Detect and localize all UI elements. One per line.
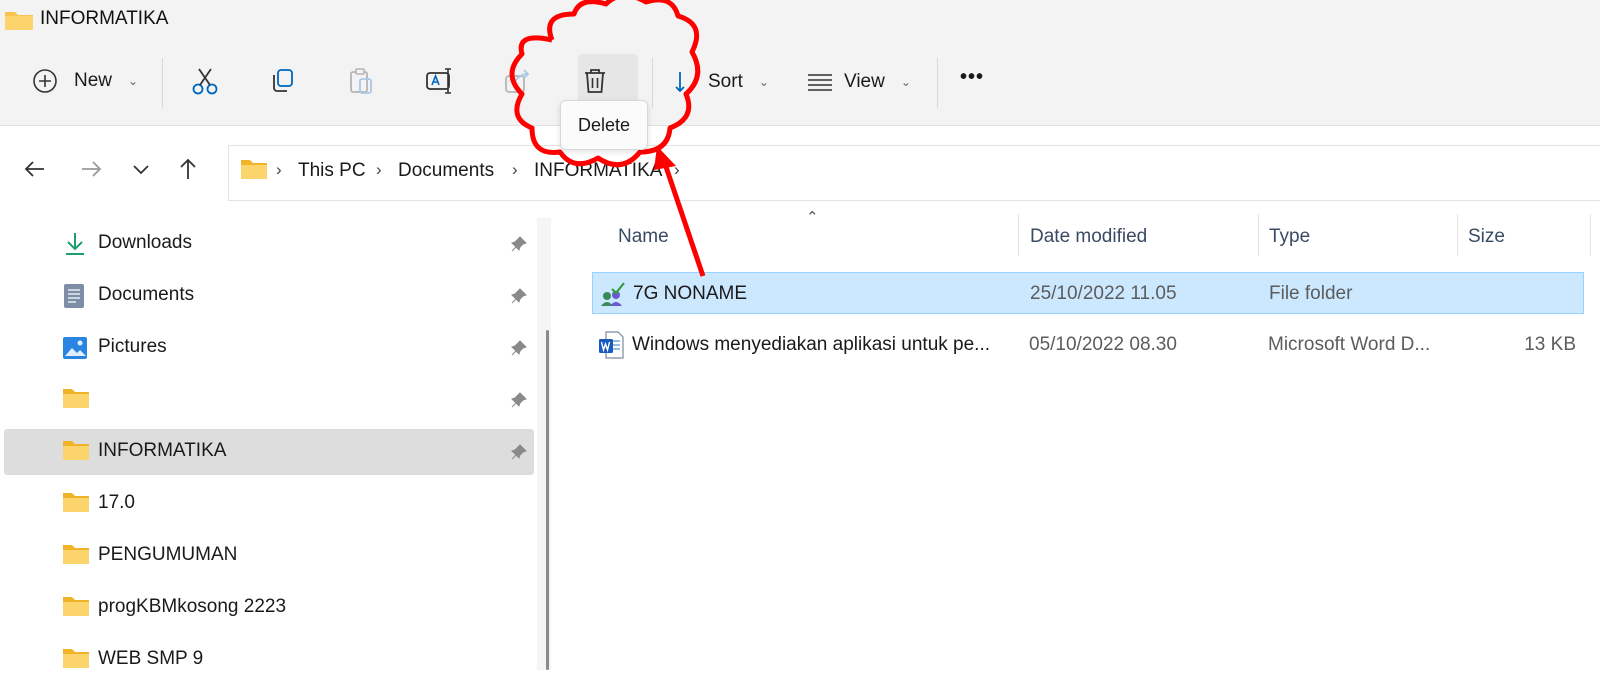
pin-icon[interactable] xyxy=(510,391,528,409)
view-label: View xyxy=(844,71,885,92)
file-row[interactable]: Windows menyediakan aplikasi untuk pe...… xyxy=(592,324,1584,366)
folder-icon xyxy=(63,389,89,408)
chevron-down-icon: ⌄ xyxy=(900,75,911,89)
plus-circle-icon xyxy=(33,69,57,93)
sidebar-item-pictures[interactable]: Pictures xyxy=(4,325,534,371)
new-label: New xyxy=(74,70,113,91)
file-name[interactable]: Windows menyediakan aplikasi untuk pe... xyxy=(632,334,990,356)
sidebar-item-label: WEB SMP 9 xyxy=(98,648,204,669)
documents-icon xyxy=(64,284,84,308)
shared-folder-icon xyxy=(601,282,625,306)
more-options-button[interactable]: ••• xyxy=(960,66,984,89)
column-header-type[interactable]: Type xyxy=(1269,226,1310,248)
copy-icon[interactable] xyxy=(268,66,298,96)
rename-icon[interactable] xyxy=(424,66,456,96)
navigation-pane: Downloads Documents Pictures INFORMATIKA xyxy=(0,208,555,670)
delete-tooltip: Delete xyxy=(560,100,648,150)
sidebar-item-pengumuman[interactable]: PENGUMUMAN xyxy=(4,533,534,579)
file-size: 13 KB xyxy=(1524,334,1576,355)
folder-icon xyxy=(63,441,89,460)
pictures-icon xyxy=(63,337,87,359)
breadcrumb-this-pc[interactable]: This PC xyxy=(298,160,366,182)
sidebar-item-label: PENGUMUMAN xyxy=(98,544,238,565)
sidebar-item-label: Downloads xyxy=(98,232,192,253)
forward-arrow-icon[interactable] xyxy=(78,156,104,182)
sidebar-item-documents[interactable]: Documents xyxy=(4,273,534,319)
sidebar-item-web-smp[interactable]: WEB SMP 9 xyxy=(4,637,534,683)
sort-label: Sort xyxy=(708,71,743,92)
sidebar-item-informatika[interactable]: INFORMATIKA xyxy=(4,429,534,475)
sidebar-item-unnamed-folder[interactable] xyxy=(4,377,534,423)
title-bar xyxy=(0,0,1600,40)
toolbar-divider xyxy=(652,58,653,108)
sidebar-item-label: Documents xyxy=(98,284,195,305)
sidebar-item-progkbmkosong[interactable]: progKBMkosong 2223 xyxy=(4,585,534,631)
download-icon xyxy=(66,233,84,255)
toolbar-divider xyxy=(937,58,938,108)
breadcrumb-separator[interactable]: › xyxy=(674,160,680,180)
breadcrumb-informatika[interactable]: INFORMATIKA xyxy=(534,160,662,182)
sidebar-item-label: progKBMkosong 2223 xyxy=(98,596,287,617)
column-header-size[interactable]: Size xyxy=(1468,226,1505,248)
breadcrumb-separator: › xyxy=(512,160,518,179)
pin-icon[interactable] xyxy=(510,235,528,253)
new-button[interactable]: New ⌄ xyxy=(32,68,138,94)
column-header-name[interactable]: Name xyxy=(618,226,669,248)
pin-icon[interactable] xyxy=(510,287,528,305)
folder-icon xyxy=(63,493,89,512)
word-doc-icon xyxy=(599,331,624,359)
breadcrumb-separator: › xyxy=(276,160,282,179)
delete-icon[interactable] xyxy=(580,66,610,96)
folder-icon xyxy=(63,597,89,616)
column-header-date-modified[interactable]: Date modified xyxy=(1030,226,1147,248)
file-date-modified: 25/10/2022 11.05 xyxy=(1030,283,1177,304)
sort-button[interactable]: Sort ⌄ xyxy=(674,70,769,94)
cut-icon[interactable] xyxy=(190,66,220,96)
sidebar-item-label: 17.0 xyxy=(98,492,135,513)
window-title: INFORMATIKA xyxy=(40,8,169,29)
folder-icon xyxy=(241,160,267,179)
sidebar-item-17-0[interactable]: 17.0 xyxy=(4,481,534,527)
view-list-icon xyxy=(808,74,832,91)
sort-icon xyxy=(675,72,685,93)
column-divider[interactable] xyxy=(1457,214,1458,256)
share-icon[interactable] xyxy=(502,66,532,96)
sort-ascending-icon: ⌃ xyxy=(806,209,819,226)
folder-icon xyxy=(5,12,33,30)
file-type: Microsoft Word D... xyxy=(1268,334,1431,355)
chevron-down-icon: ⌄ xyxy=(758,75,769,89)
column-divider[interactable] xyxy=(1018,214,1019,256)
pin-icon[interactable] xyxy=(510,443,528,461)
file-row[interactable]: 7G NONAME 25/10/2022 11.05 File folder xyxy=(592,272,1584,314)
paste-icon[interactable] xyxy=(346,66,376,96)
sidebar-item-label: Pictures xyxy=(98,336,167,357)
pin-icon[interactable] xyxy=(510,339,528,357)
recent-locations-icon[interactable] xyxy=(130,156,152,182)
breadcrumb-documents[interactable]: Documents xyxy=(398,160,494,182)
column-divider[interactable] xyxy=(1590,214,1591,256)
file-type: File folder xyxy=(1269,283,1353,304)
toolbar-divider xyxy=(162,58,163,108)
column-divider[interactable] xyxy=(1258,214,1259,256)
up-arrow-icon[interactable] xyxy=(175,156,201,182)
breadcrumb-separator: › xyxy=(376,160,382,179)
sidebar-item-label: INFORMATIKA xyxy=(98,440,227,461)
sidebar-scrollbar-thumb[interactable] xyxy=(546,330,549,670)
file-name[interactable]: 7G NONAME xyxy=(633,283,747,305)
folder-icon xyxy=(63,649,89,668)
folder-icon xyxy=(63,545,89,564)
chevron-down-icon: ⌄ xyxy=(128,74,139,88)
sidebar-item-downloads[interactable]: Downloads xyxy=(4,221,534,267)
back-arrow-icon[interactable] xyxy=(22,156,48,182)
file-date-modified: 05/10/2022 08.30 xyxy=(1029,334,1177,355)
view-button[interactable]: View ⌄ xyxy=(806,70,911,94)
command-bar xyxy=(0,40,1600,126)
